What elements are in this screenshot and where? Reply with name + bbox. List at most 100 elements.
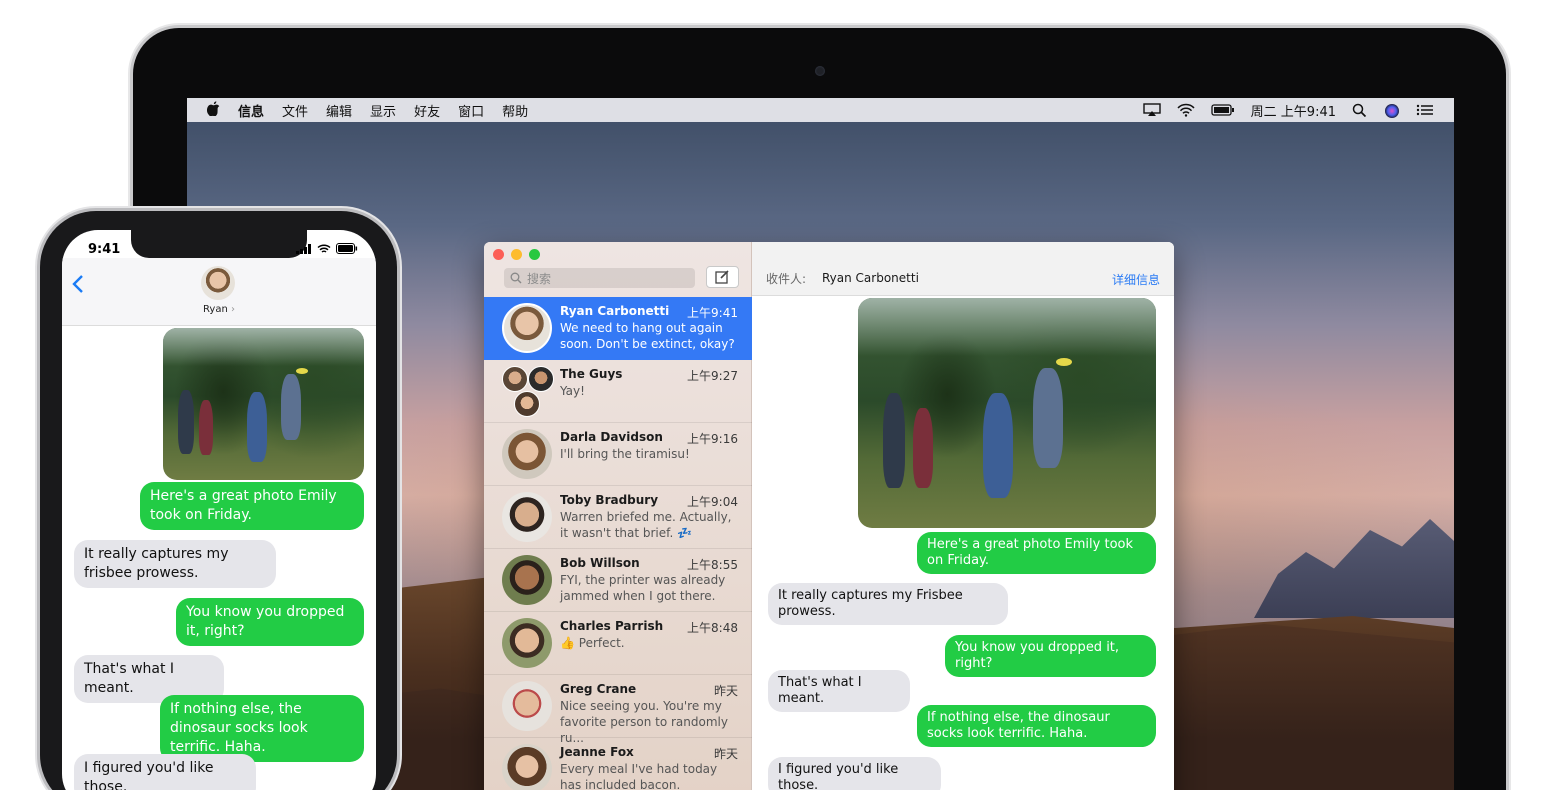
iphone-screen: 9:41 Ryan › Here's a great photo Emily t… [62, 230, 376, 790]
conversation-name: The Guys [560, 367, 623, 381]
conversation-name: Darla Davidson [560, 430, 663, 444]
iphone-status-time: 9:41 [88, 242, 121, 257]
message-bubble-sent: If nothing else, the dinosaur socks look… [917, 705, 1156, 747]
conversation-name: Toby Bradbury [560, 493, 659, 507]
zoom-window-button[interactable] [529, 249, 540, 260]
shared-photo[interactable] [858, 298, 1156, 528]
cellular-signal-icon [296, 243, 311, 254]
message-bubble-received: It really captures my frisbee prowess. [74, 540, 276, 588]
iphone-frame: 9:41 Ryan › Here's a great photo Emily t… [40, 211, 397, 790]
minimize-window-button[interactable] [511, 249, 522, 260]
conversation-name: Greg Crane [560, 682, 637, 696]
compose-button[interactable] [706, 266, 739, 288]
notification-center-icon[interactable] [1416, 103, 1434, 117]
avatar [502, 618, 552, 668]
conversation-name: Ryan Carbonetti [560, 304, 670, 318]
conversation-time: 上午8:48 [687, 621, 738, 635]
conversation-item[interactable]: Bob Willson 上午8:55 FYI, the printer was … [484, 549, 752, 612]
conversation-preview: Yay! [560, 384, 585, 398]
conversation-time: 昨天 [713, 747, 738, 761]
menu-bar: 信息 文件 编辑 显示 好友 窗口 帮助 周二 上午9:41 [187, 98, 1454, 122]
conversation-item[interactable]: The Guys 上午9:27 Yay! [484, 360, 752, 423]
conversation-item[interactable]: Jeanne Fox 昨天 Every meal I've had today … [484, 738, 752, 790]
contact-avatar[interactable] [201, 266, 235, 300]
messages-window: 搜索 Ryan Carbonetti 上午9:41 We need to han… [484, 242, 1174, 790]
menu-help[interactable]: 帮助 [502, 101, 528, 120]
iphone-status-icons [296, 243, 358, 254]
spotlight-search-icon[interactable] [1352, 103, 1368, 118]
conversation-item[interactable]: Toby Bradbury 上午9:04 Warren briefed me. … [484, 486, 752, 549]
conversation-time: 上午9:27 [687, 369, 738, 383]
menu-buddies[interactable]: 好友 [414, 101, 440, 120]
conversation-time: 上午8:55 [687, 558, 738, 572]
menu-view[interactable]: 显示 [370, 101, 396, 120]
battery-icon[interactable] [1211, 103, 1235, 117]
conversation-header: Ryan › [62, 258, 376, 326]
avatar [502, 303, 552, 353]
message-bubble-received: That's what I meant. [768, 670, 910, 712]
message-bubble-sent: If nothing else, the dinosaur socks look… [160, 695, 364, 762]
chat-pane: 收件人: Ryan Carbonetti 详细信息 Here's a great… [752, 242, 1174, 790]
menu-bar-status: 周二 上午9:41 [1142, 98, 1434, 122]
back-chevron-icon[interactable] [72, 271, 84, 301]
airplay-icon[interactable] [1142, 103, 1161, 117]
message-bubble-sent: Here's a great photo Emily took on Frida… [917, 532, 1156, 574]
conversation-name: Bob Willson [560, 556, 640, 570]
close-window-button[interactable] [493, 249, 504, 260]
message-bubble-received: I figured you'd like those. [768, 757, 941, 790]
conversation-time: 上午9:04 [687, 495, 738, 509]
conversation-preview: I'll bring the tiramisu! [560, 447, 690, 461]
menu-file[interactable]: 文件 [282, 101, 308, 120]
conversation-name: Charles Parrish [560, 619, 664, 633]
details-button[interactable]: 详细信息 [1112, 271, 1160, 288]
iphone-notch [131, 230, 307, 258]
search-placeholder: 搜索 [527, 271, 552, 286]
conversation-item[interactable]: Charles Parrish 上午8:48 👍 Perfect. [484, 612, 752, 675]
menu-window[interactable]: 窗口 [458, 101, 484, 120]
menu-app-name[interactable]: 信息 [238, 101, 264, 120]
message-bubble-sent: You know you dropped it, right? [176, 598, 364, 646]
siri-icon[interactable] [1384, 103, 1400, 118]
avatar [502, 555, 552, 605]
camera [815, 66, 825, 76]
avatar [502, 492, 552, 542]
conversation-sidebar: 搜索 Ryan Carbonetti 上午9:41 We need to han… [484, 242, 752, 790]
conversation-time: 上午9:41 [687, 306, 738, 320]
search-field[interactable]: 搜索 [504, 268, 695, 288]
chat-header: 收件人: Ryan Carbonetti 详细信息 [752, 242, 1174, 296]
recipient-name[interactable]: Ryan Carbonetti [822, 271, 919, 285]
message-bubble-sent: You know you dropped it, right? [945, 635, 1156, 677]
search-icon [510, 272, 522, 284]
apple-menu-icon[interactable] [206, 100, 220, 120]
battery-icon [336, 243, 358, 254]
conversation-time: 上午9:16 [687, 432, 738, 446]
wallpaper-mountains [1254, 519, 1454, 618]
wifi-icon [317, 243, 331, 253]
wifi-icon[interactable] [1177, 103, 1195, 117]
conversation-preview: We need to hang out again soon. Don't be… [560, 321, 735, 351]
contact-name-button[interactable]: Ryan › [62, 304, 376, 315]
group-avatar [502, 364, 554, 418]
message-bubble-sent: Here's a great photo Emily took on Frida… [140, 482, 364, 530]
conversation-preview: Warren briefed me. Actually, it wasn't t… [560, 510, 732, 540]
chevron-right-icon: › [230, 304, 235, 315]
menu-clock[interactable]: 周二 上午9:41 [1251, 101, 1336, 120]
message-bubble-received: I figured you'd like those. [74, 754, 256, 790]
conversation-preview: Every meal I've had today has included b… [560, 762, 718, 790]
conversation-item[interactable]: Ryan Carbonetti 上午9:41 We need to hang o… [484, 297, 752, 360]
avatar [502, 681, 552, 731]
shared-photo[interactable] [163, 328, 364, 480]
menu-edit[interactable]: 编辑 [326, 101, 352, 120]
compose-icon [715, 270, 729, 284]
conversation-item[interactable]: Greg Crane 昨天 Nice seeing you. You're my… [484, 675, 752, 745]
conversation-time: 昨天 [713, 684, 738, 698]
conversation-preview: 👍 Perfect. [560, 636, 625, 650]
conversation-name: Jeanne Fox [560, 745, 634, 759]
contact-name: Ryan [203, 304, 228, 315]
conversation-item[interactable]: Darla Davidson 上午9:16 I'll bring the tir… [484, 423, 752, 486]
avatar [502, 429, 552, 479]
window-controls [493, 249, 540, 260]
avatar [502, 744, 552, 790]
message-bubble-received: It really captures my Frisbee prowess. [768, 583, 1008, 625]
recipient-label: 收件人: [766, 272, 807, 286]
